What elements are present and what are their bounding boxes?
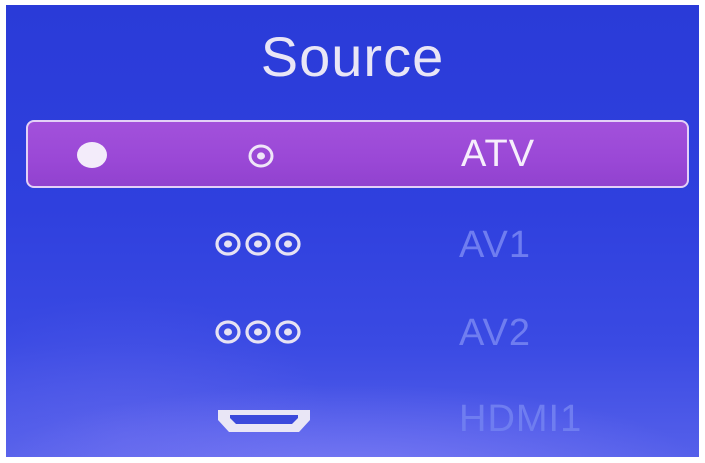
hdmi-port-icon — [218, 410, 310, 432]
source-item-label: AV1 — [459, 224, 532, 266]
selection-indicator-icon — [77, 142, 107, 168]
source-item-av1[interactable]: AV1 — [26, 211, 689, 279]
menu-title: Source — [260, 25, 445, 88]
source-menu-screen: Source ATV AV1 AV2 HDMI1 — [6, 5, 699, 457]
source-item-label: AV2 — [459, 312, 532, 354]
source-item-av2[interactable]: AV2 — [26, 299, 689, 367]
source-item-atv[interactable]: ATV — [26, 120, 689, 188]
source-item-label: HDMI1 — [459, 398, 583, 440]
av-connector-icon — [215, 232, 301, 256]
antenna-icon — [248, 144, 274, 168]
source-item-hdmi1[interactable]: HDMI1 — [26, 385, 689, 453]
source-item-label: ATV — [461, 133, 536, 175]
av-connector-icon — [215, 320, 301, 344]
